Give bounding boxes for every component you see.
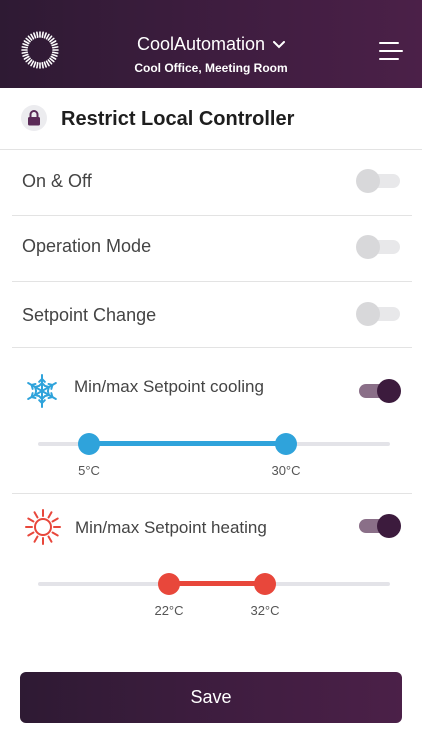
location-selector[interactable]: CoolAutomation Cool Office, Meeting Room: [0, 34, 422, 75]
menu-icon[interactable]: [378, 40, 404, 62]
heating-toggle[interactable]: [355, 513, 401, 539]
heating-max-value: 32°C: [250, 603, 280, 618]
row-label: Operation Mode: [22, 236, 152, 256]
toggle-knob: [356, 169, 380, 193]
row-label: On & Off: [22, 171, 92, 191]
on-off-toggle[interactable]: [356, 168, 402, 194]
cooling-min-value: 5°C: [78, 463, 100, 478]
row-label: Setpoint Change: [22, 305, 157, 325]
app-header: CoolAutomation Cool Office, Meeting Room: [0, 0, 422, 88]
page-title-row: Restrict Local Controller: [0, 88, 422, 150]
row-setpoint-change: Setpoint Change: [12, 282, 412, 348]
slider-range-fill: [89, 441, 286, 446]
lock-icon: [21, 105, 47, 131]
operation-mode-toggle[interactable]: [356, 234, 402, 260]
cooling-min-handle[interactable]: [78, 433, 100, 455]
cooling-section: Min/max Setpoint cooling 5°C 30°C: [12, 348, 412, 494]
heating-max-handle[interactable]: [254, 573, 276, 595]
cooling-label: Min/max Setpoint cooling: [74, 377, 264, 396]
cooling-range-slider[interactable]: 5°C 30°C: [38, 433, 390, 478]
save-button[interactable]: Save: [20, 672, 402, 723]
toggle-knob: [356, 302, 380, 326]
snowflake-icon: [27, 374, 57, 408]
toggle-knob: [356, 235, 380, 259]
cooling-max-handle[interactable]: [275, 433, 297, 455]
page-title: Restrict Local Controller: [61, 108, 295, 130]
row-operation-mode: Operation Mode: [12, 216, 412, 282]
toggle-knob: [377, 379, 401, 403]
cooling-max-value: 30°C: [271, 463, 301, 478]
app-title: CoolAutomation: [136, 34, 266, 54]
chevron-down-icon: [273, 40, 286, 48]
slider-range-fill: [169, 581, 265, 586]
sun-icon: [25, 509, 61, 545]
heating-section: Min/max Setpoint heating 22°C 32°C: [12, 494, 412, 644]
toggle-knob: [377, 514, 401, 538]
heating-min-handle[interactable]: [158, 573, 180, 595]
heating-min-value: 22°C: [154, 603, 184, 618]
row-on-off: On & Off: [12, 150, 412, 216]
cooling-toggle[interactable]: [355, 378, 401, 404]
setpoint-change-toggle[interactable]: [356, 301, 402, 327]
location-subtitle: Cool Office, Meeting Room: [134, 61, 288, 75]
heating-label: Min/max Setpoint heating: [75, 518, 267, 537]
heating-range-slider[interactable]: 22°C 32°C: [38, 573, 390, 618]
